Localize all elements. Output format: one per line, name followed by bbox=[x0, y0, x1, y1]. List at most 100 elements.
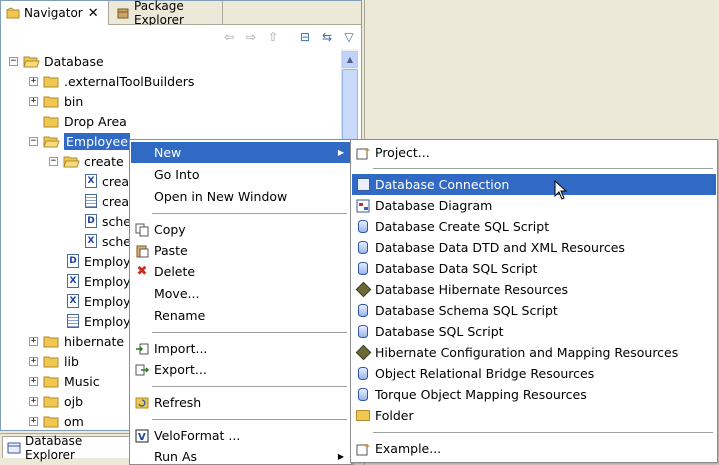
new-submenu: ✦ Project... Database Connection Databas… bbox=[350, 139, 718, 463]
menu-item-label: New bbox=[154, 145, 182, 160]
menu-item-new[interactable]: New ▶ bbox=[131, 142, 350, 163]
submenu-item-hibernate-configuration[interactable]: Hibernate Configuration and Mapping Reso… bbox=[352, 342, 716, 363]
submenu-item-example[interactable]: ✦ Example... bbox=[352, 438, 716, 459]
collapse-toggle-icon[interactable]: − bbox=[49, 156, 58, 166]
tree-item[interactable]: + om bbox=[29, 411, 84, 430]
menu-item-label: Database Data DTD and XML Resources bbox=[375, 240, 625, 255]
menu-item-label: Paste bbox=[154, 243, 188, 258]
submenu-item-project[interactable]: ✦ Project... bbox=[352, 142, 716, 163]
refresh-icon bbox=[135, 396, 149, 410]
submenu-item-object-relational-bridge[interactable]: Object Relational Bridge Resources bbox=[352, 363, 716, 384]
forward-arrow-icon[interactable]: ⇨ bbox=[243, 29, 259, 45]
tree-item[interactable]: Drop Area bbox=[43, 111, 127, 131]
menu-item-go-into[interactable]: Go Into bbox=[131, 164, 350, 185]
expand-toggle-icon[interactable]: + bbox=[29, 76, 38, 86]
tree-item[interactable]: + bin bbox=[29, 91, 83, 111]
collapse-toggle-icon[interactable]: − bbox=[9, 56, 18, 66]
collapse-all-icon[interactable]: ⊟ bbox=[297, 29, 313, 45]
collapse-toggle-icon[interactable]: − bbox=[29, 136, 38, 146]
menu-item-label: Database Hibernate Resources bbox=[375, 282, 569, 297]
expand-toggle-icon[interactable]: + bbox=[29, 336, 38, 346]
menu-item-run-as[interactable]: Run As ▶ bbox=[131, 446, 350, 465]
expand-toggle-icon[interactable]: + bbox=[29, 96, 38, 106]
database-script-icon bbox=[356, 241, 370, 255]
menu-item-label: Database Data SQL Script bbox=[375, 261, 538, 276]
menu-item-refresh[interactable]: Refresh bbox=[131, 392, 350, 413]
tab-package-explorer[interactable]: Package Explorer bbox=[111, 0, 223, 27]
tab-navigator[interactable]: Navigator ✕ bbox=[1, 1, 109, 25]
menu-item-move[interactable]: Move... bbox=[131, 283, 350, 304]
tree-item[interactable]: + ojb bbox=[29, 391, 83, 411]
up-folder-icon[interactable]: ⇧ bbox=[265, 29, 281, 45]
tree-item[interactable]: + hibernate bbox=[29, 331, 124, 351]
folder-icon bbox=[43, 376, 59, 387]
tree-item[interactable]: + Music bbox=[29, 371, 100, 391]
menu-item-label: Hibernate Configuration and Mapping Reso… bbox=[375, 345, 679, 360]
submenu-item-folder[interactable]: Folder bbox=[352, 405, 716, 426]
menu-item-label: Example... bbox=[375, 441, 442, 456]
tree-item[interactable]: . Employ bbox=[67, 311, 131, 331]
menu-item-delete[interactable]: ✖ Delete bbox=[131, 261, 350, 282]
close-icon[interactable]: ✕ bbox=[88, 6, 99, 21]
tree-item[interactable]: X crea bbox=[85, 171, 129, 191]
tree-item[interactable]: − create bbox=[49, 151, 124, 171]
tree-item[interactable]: X Employ bbox=[67, 291, 131, 311]
tree-item[interactable]: + .externalToolBuilders bbox=[29, 71, 194, 91]
navigator-icon bbox=[6, 6, 20, 20]
back-arrow-icon[interactable]: ⇦ bbox=[221, 29, 237, 45]
text-file-icon: . bbox=[85, 194, 97, 208]
menu-item-import[interactable]: Import... bbox=[131, 338, 350, 359]
tree-label: Music bbox=[64, 373, 100, 389]
menu-item-veloformat[interactable]: V VeloFormat ... bbox=[131, 425, 350, 446]
new-project-icon: ✦ bbox=[356, 146, 370, 160]
menu-item-rename[interactable]: Rename bbox=[131, 305, 350, 326]
tree-item-database[interactable]: − Database bbox=[9, 51, 104, 71]
menu-item-label: Move... bbox=[154, 286, 200, 301]
submenu-item-database-diagram[interactable]: Database Diagram bbox=[352, 195, 716, 216]
menu-item-label: Run As bbox=[154, 449, 198, 464]
submenu-arrow-icon: ▶ bbox=[337, 452, 344, 461]
tree-item[interactable]: D Employ bbox=[67, 251, 131, 271]
submenu-item-torque-object-mapping[interactable]: Torque Object Mapping Resources bbox=[352, 384, 716, 405]
tree-label: Drop Area bbox=[64, 113, 127, 129]
menu-item-export[interactable]: Export... bbox=[131, 359, 350, 380]
tree-item[interactable]: D sche bbox=[85, 211, 131, 231]
link-with-editor-icon[interactable]: ⇆ bbox=[319, 29, 335, 45]
submenu-item-database-data-sql-script[interactable]: Database Data SQL Script bbox=[352, 258, 716, 279]
database-script-icon bbox=[356, 220, 370, 234]
dtd-file-icon: D bbox=[85, 214, 97, 228]
tree-label: lib bbox=[64, 353, 79, 369]
tree-label: ojb bbox=[64, 393, 84, 409]
submenu-item-database-sql-script[interactable]: Database SQL Script bbox=[352, 321, 716, 342]
tree-item[interactable]: . crea bbox=[85, 191, 129, 211]
menu-item-label: Folder bbox=[375, 408, 414, 423]
tree-item[interactable]: + lib bbox=[29, 351, 79, 371]
menu-item-open-in-new-window[interactable]: Open in New Window bbox=[131, 186, 350, 207]
menu-item-label: Export... bbox=[154, 362, 207, 377]
tree-label: bin bbox=[64, 93, 84, 109]
submenu-item-database-hibernate-resources[interactable]: Database Hibernate Resources bbox=[352, 279, 716, 300]
submenu-item-database-connection[interactable]: Database Connection bbox=[352, 174, 716, 195]
menu-separator bbox=[152, 386, 347, 387]
scroll-up-icon[interactable]: ▲ bbox=[342, 51, 358, 68]
menu-item-paste[interactable]: Paste bbox=[131, 240, 350, 261]
tab-database-explorer[interactable]: Database Explorer bbox=[2, 434, 130, 462]
tree-item[interactable]: X sche bbox=[85, 231, 131, 251]
expand-toggle-icon[interactable]: + bbox=[29, 396, 38, 406]
submenu-item-database-create-sql-script[interactable]: Database Create SQL Script bbox=[352, 216, 716, 237]
menu-item-copy[interactable]: Copy bbox=[131, 219, 350, 240]
expand-toggle-icon[interactable]: + bbox=[29, 416, 38, 426]
context-menu: New ▶ Go Into Open in New Window Copy Pa… bbox=[129, 139, 352, 465]
tree-item-employee[interactable]: − Employee bbox=[29, 131, 130, 151]
folder-icon bbox=[43, 116, 59, 127]
view-menu-icon[interactable]: ▽ bbox=[341, 29, 357, 45]
tree-item[interactable]: X Employ bbox=[67, 271, 131, 291]
submenu-item-database-schema-sql-script[interactable]: Database Schema SQL Script bbox=[352, 300, 716, 321]
expand-toggle-icon[interactable]: + bbox=[29, 356, 38, 366]
svg-text:✦: ✦ bbox=[364, 442, 370, 451]
expand-toggle-icon[interactable]: + bbox=[29, 376, 38, 386]
xml-file-icon: X bbox=[67, 274, 79, 288]
menu-item-label: Copy bbox=[154, 222, 186, 237]
menu-item-label: Rename bbox=[154, 308, 206, 323]
submenu-item-database-data-dtd-xml[interactable]: Database Data DTD and XML Resources bbox=[352, 237, 716, 258]
